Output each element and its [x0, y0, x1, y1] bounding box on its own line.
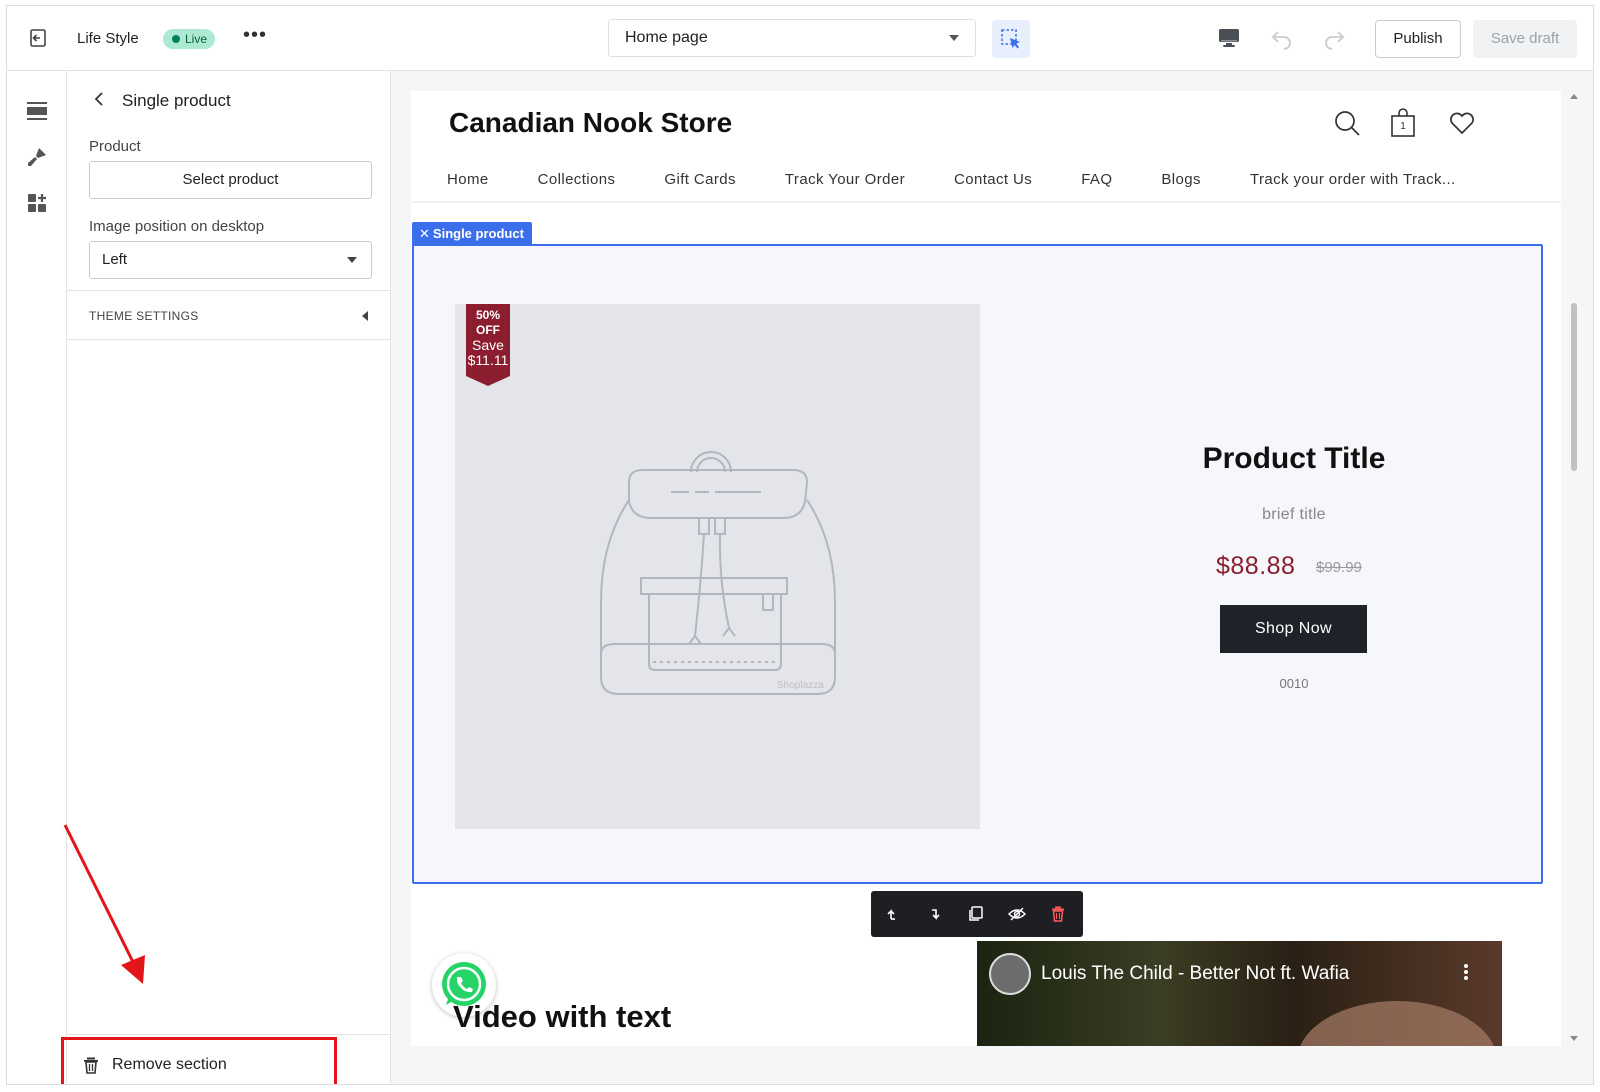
remove-section-label: Remove section: [112, 1056, 227, 1073]
nav-item-contact[interactable]: Contact Us: [954, 171, 1032, 188]
header-divider: [411, 201, 1561, 203]
video-embed[interactable]: Louis The Child - Better Not ft. Wafia: [977, 941, 1502, 1046]
inspect-button[interactable]: [992, 20, 1030, 58]
nav-item-blogs[interactable]: Blogs: [1161, 171, 1201, 188]
theme-brush-icon[interactable]: [25, 145, 49, 169]
publish-button[interactable]: Publish: [1375, 20, 1461, 58]
page-select-value: Home page: [625, 29, 708, 46]
more-menu-button[interactable]: •••: [243, 24, 267, 47]
trash-icon: [84, 1057, 98, 1074]
panel-title: Single product: [122, 91, 231, 110]
badge-save: Save: [472, 337, 504, 353]
chevron-down-icon: [949, 35, 959, 41]
shop-now-button[interactable]: Shop Now: [1220, 605, 1367, 653]
nav-item-track-with[interactable]: Track your order with Track...: [1250, 171, 1456, 188]
product-price: $88.88: [1216, 552, 1296, 580]
theme-settings-label: THEME SETTINGS: [89, 309, 199, 323]
inspect-icon: [1001, 29, 1020, 49]
move-down-icon[interactable]: [924, 903, 946, 925]
chevron-left-icon: [362, 311, 368, 321]
selected-section-label: Single product: [432, 226, 524, 241]
product-sku: 0010: [1279, 676, 1309, 691]
product-image[interactable]: 50% OFF Save $11.11 Shoplazza: [455, 304, 980, 829]
watermark: Shoplazza: [777, 680, 824, 691]
product-label: Product: [89, 138, 141, 155]
delete-icon[interactable]: [1047, 903, 1069, 925]
main-nav: Home Collections Gift Cards Track Your O…: [447, 171, 1505, 188]
storefront-preview: Canadian Nook Store 1 Home Collections G…: [411, 91, 1561, 1046]
close-icon[interactable]: ✕: [419, 226, 430, 241]
discount-badge-text: 50% OFF Save $11.11: [466, 308, 510, 368]
annotation-arrow: [63, 824, 145, 984]
nav-item-home[interactable]: Home: [447, 171, 489, 188]
duplicate-icon[interactable]: [965, 903, 987, 925]
scroll-up-icon[interactable]: [1570, 94, 1578, 99]
page-select[interactable]: Home page: [608, 19, 976, 57]
redo-icon[interactable]: [1322, 26, 1346, 50]
video-title[interactable]: Louis The Child - Better Not ft. Wafia: [1041, 963, 1349, 985]
back-chevron-icon[interactable]: [91, 90, 107, 108]
store-name[interactable]: Canadian Nook Store: [449, 107, 732, 139]
preview-scrollbar[interactable]: [1567, 91, 1581, 1046]
cart-button[interactable]: 1: [1389, 107, 1417, 139]
video-with-text-title: Video with text: [453, 999, 672, 1034]
remove-section-button[interactable]: Remove section: [61, 1037, 337, 1084]
chevron-down-icon: [347, 257, 357, 263]
channel-avatar[interactable]: [989, 953, 1031, 995]
sections-icon[interactable]: [25, 99, 49, 123]
nav-item-faq[interactable]: FAQ: [1081, 171, 1112, 188]
theme-editor: Life Style Live ••• Home page Publish Sa…: [6, 5, 1594, 1085]
backpack-placeholder-icon: [600, 451, 836, 695]
move-up-icon[interactable]: [883, 903, 905, 925]
selected-section-tag[interactable]: ✕ Single product: [412, 222, 532, 245]
image-position-value: Left: [102, 251, 128, 268]
video-thumbnail: [1297, 1001, 1497, 1046]
live-badge: Live: [163, 29, 216, 49]
scroll-down-icon[interactable]: [1570, 1036, 1578, 1041]
badge-amount: $11.11: [467, 352, 509, 368]
badge-percent: 50%: [475, 308, 501, 322]
panel-footer: Remove section: [61, 1034, 390, 1084]
scroll-thumb[interactable]: [1571, 303, 1577, 471]
save-draft-button[interactable]: Save draft: [1473, 20, 1577, 58]
undo-icon[interactable]: [1270, 26, 1294, 50]
badge-off: OFF: [476, 323, 500, 337]
apps-icon[interactable]: [25, 191, 49, 215]
brief-title: brief title: [1262, 506, 1326, 523]
hide-icon[interactable]: [1006, 903, 1028, 925]
image-position-label: Image position on desktop: [89, 218, 265, 235]
nav-item-gift-cards[interactable]: Gift Cards: [664, 171, 736, 188]
kebab-menu-icon[interactable]: [1464, 963, 1468, 981]
cart-count: 1: [1400, 121, 1406, 132]
preview-canvas: Canadian Nook Store 1 Home Collections G…: [391, 71, 1593, 1084]
exit-icon[interactable]: [27, 27, 49, 49]
search-icon[interactable]: [1333, 109, 1361, 137]
desktop-icon[interactable]: [1217, 26, 1241, 50]
nav-item-collections[interactable]: Collections: [538, 171, 616, 188]
nav-item-track-order[interactable]: Track Your Order: [785, 171, 905, 188]
heart-icon[interactable]: [1448, 109, 1476, 137]
theme-settings-toggle[interactable]: THEME SETTINGS: [67, 290, 390, 340]
store-title: Life Style: [77, 30, 139, 47]
image-position-select[interactable]: Left: [89, 241, 372, 279]
product-title[interactable]: Product Title: [1174, 442, 1414, 476]
compare-price: $99.99: [1316, 559, 1362, 576]
top-bar: Life Style Live ••• Home page Publish Sa…: [7, 6, 1593, 71]
select-product-button[interactable]: Select product: [89, 161, 372, 199]
single-product-section[interactable]: 50% OFF Save $11.11 Shoplazza Product Ti…: [412, 244, 1543, 884]
section-toolbar: [871, 891, 1083, 937]
